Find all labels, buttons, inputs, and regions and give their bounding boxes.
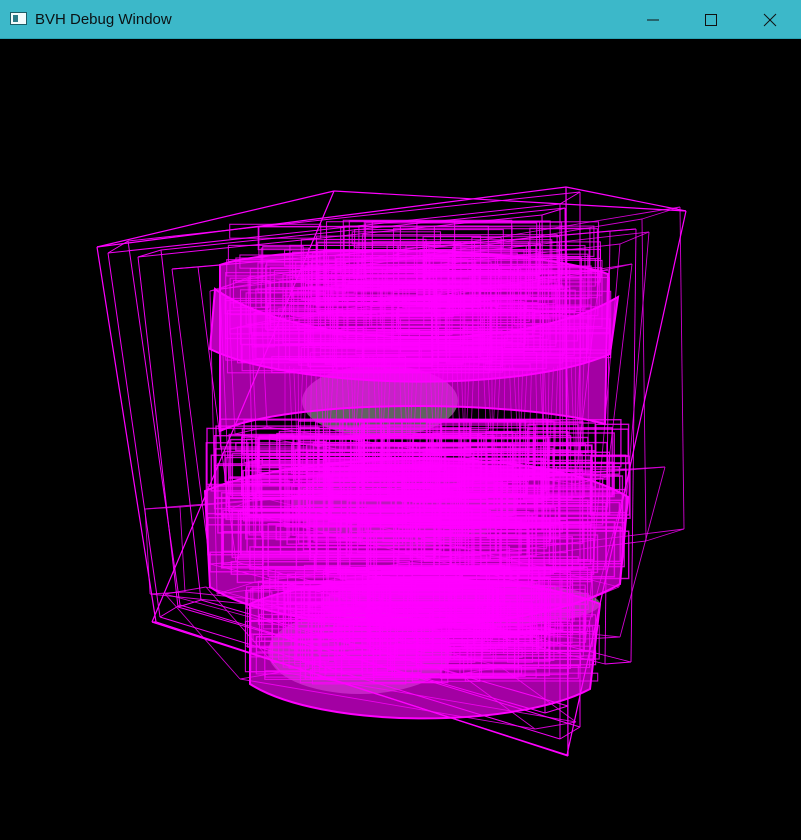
bvh-wireframe-scene: [96, 186, 687, 757]
bvh-box-edge: [679, 206, 685, 530]
maximize-icon: [705, 13, 717, 26]
bvh-box-edge: [604, 661, 632, 665]
close-button[interactable]: [741, 0, 799, 39]
bvh-box-edge: [534, 721, 577, 730]
bvh-box-edge: [645, 528, 685, 542]
close-icon: [763, 13, 777, 26]
app-window-icon: [10, 12, 27, 25]
application-window: BVH Debug Window: [0, 0, 801, 840]
bvh-box-edge: [566, 754, 569, 757]
window-title: BVH Debug Window: [35, 11, 172, 28]
bvh-box-edge: [609, 228, 637, 232]
bvh-node-cluster: [249, 578, 602, 720]
render-viewport[interactable]: [0, 39, 801, 840]
maximize-button[interactable]: [682, 0, 740, 39]
bvh-box-edge: [144, 508, 151, 595]
bvh-box-edge: [544, 705, 569, 714]
bvh-dense-node-layer: [203, 219, 631, 720]
title-bar[interactable]: BVH Debug Window: [0, 0, 801, 39]
bvh-box-edge: [160, 249, 202, 601]
bvh-box-edge: [107, 252, 161, 618]
bvh-box-edge: [171, 266, 199, 270]
minimize-icon: [647, 19, 659, 20]
bvh-box-edge: [127, 240, 181, 606]
bvh-box-edge: [159, 604, 181, 618]
bvh-box-edge: [559, 726, 581, 740]
bvh-box-edge: [96, 246, 157, 623]
bvh-box-edge: [179, 506, 186, 593]
bvh-box-edge: [164, 593, 241, 680]
bvh-box-edge: [599, 263, 633, 272]
minimize-button[interactable]: [624, 0, 682, 39]
bvh-box-edge: [641, 218, 647, 542]
bvh-box-edge: [137, 256, 179, 608]
